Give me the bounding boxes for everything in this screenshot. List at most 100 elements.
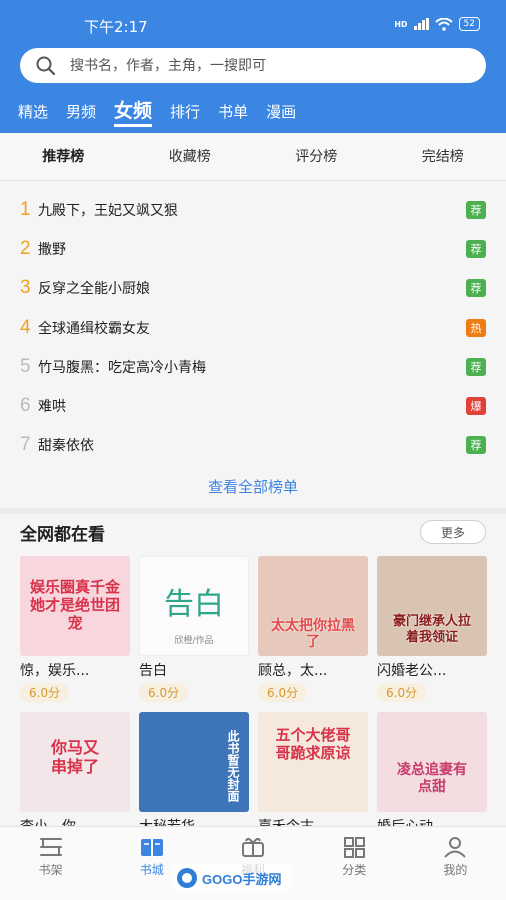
profile-icon xyxy=(444,837,467,858)
rank-book-title: 难哄 xyxy=(38,399,66,416)
book-cover: 此书暂无封面 xyxy=(139,712,249,812)
rank-book-title: 九殿下，王妃又飒又狠 xyxy=(38,202,178,219)
watermark-text: GOGO手游网 xyxy=(202,871,282,887)
ranking-item[interactable]: 5 竹马腹黑：吃定高冷小青梅 荐 xyxy=(0,347,506,386)
book-title: 惊，娱乐... xyxy=(20,663,90,679)
rank-badge: 热 xyxy=(466,318,486,337)
rank-badge: 荐 xyxy=(466,357,486,376)
rank-number: 1 xyxy=(20,198,31,220)
cover-title: 五个大佬哥哥跪求原谅 xyxy=(275,726,351,762)
nav-bookshelf[interactable]: 书架 xyxy=(0,827,101,900)
tab-collect-rank[interactable]: 收藏榜 xyxy=(127,133,254,181)
rank-book-title: 竹马腹黑：吃定高冷小青梅 xyxy=(38,359,206,376)
tab-manhua[interactable]: 漫画 xyxy=(266,101,296,122)
tab-nvpin[interactable]: 女频 xyxy=(114,96,153,127)
book-card[interactable]: 豪门继承人拉着我领证 闪婚老公... 6.0分 xyxy=(377,556,487,702)
cover-title: 告白 xyxy=(164,587,224,622)
app-header: 下午2:17 HD 52 精选 男频 女频 排行 书单 漫画 xyxy=(0,0,506,133)
rank-badge: 爆 xyxy=(466,397,486,416)
bookshelf-icon xyxy=(39,838,62,856)
book-cover: 你马又串掉了 xyxy=(20,712,130,812)
section-divider xyxy=(0,508,506,514)
book-cover: 娱乐圈真千金她才是绝世团宠 xyxy=(20,556,130,656)
tab-score-rank[interactable]: 评分榜 xyxy=(253,133,380,181)
cover-title: 你马又串掉了 xyxy=(50,738,99,776)
more-button[interactable]: 更多 xyxy=(420,520,486,544)
wifi-icon xyxy=(434,17,453,31)
rank-tabs: 推荐榜 收藏榜 评分榜 完结榜 xyxy=(0,133,506,181)
rank-number: 7 xyxy=(20,434,31,456)
tab-recommend-rank[interactable]: 推荐榜 xyxy=(0,133,127,181)
tabs-divider xyxy=(0,180,506,181)
tab-paihang[interactable]: 排行 xyxy=(170,101,200,122)
rank-number: 3 xyxy=(20,277,31,299)
cover-title: 娱乐圈真千金她才是绝世团宠 xyxy=(29,578,120,632)
book-title: 告白 xyxy=(139,663,167,679)
book-title: 闪婚老公... xyxy=(377,663,447,679)
network-label: HD xyxy=(394,19,408,29)
battery-icon: 52 xyxy=(458,17,480,31)
book-card[interactable]: 凌总追妻有点甜 婚后心动... xyxy=(377,712,487,836)
book-card[interactable]: 娱乐圈真千金她才是绝世团宠 惊，娱乐... 6.0分 xyxy=(20,556,130,702)
search-icon xyxy=(36,56,56,75)
book-cover: 豪门继承人拉着我领证 xyxy=(377,556,487,656)
ranking-item[interactable]: 2 撒野 荐 xyxy=(0,229,506,268)
view-all-rankings-link[interactable]: 查看全部榜单 xyxy=(0,476,506,497)
rank-number: 2 xyxy=(20,237,31,259)
search-bar[interactable] xyxy=(20,48,486,83)
book-score: 6.0分 xyxy=(377,683,427,702)
rank-badge: 荐 xyxy=(466,200,486,219)
gamepad-icon xyxy=(177,868,197,888)
ranking-item[interactable]: 6 难哄 爆 xyxy=(0,386,506,425)
ranking-item[interactable]: 4 全球通缉校霸女友 热 xyxy=(0,308,506,347)
ranking-item[interactable]: 7 甜秦依依 荐 xyxy=(0,426,506,465)
cover-title: 豪门继承人拉着我领证 xyxy=(392,614,471,645)
nav-label: 书城 xyxy=(139,863,164,877)
rank-book-title: 全球通缉校霸女友 xyxy=(38,320,150,337)
rank-number: 4 xyxy=(20,316,31,338)
tab-jingxuan[interactable]: 精选 xyxy=(18,101,48,122)
book-card[interactable]: 此书暂无封面 大秘若华... xyxy=(139,712,249,836)
book-cover: 五个大佬哥哥跪求原谅 xyxy=(258,712,368,812)
category-icon xyxy=(344,837,366,858)
book-cover: 告白 欣橙/作品 xyxy=(139,556,249,656)
cover-title: 此书暂无封面 xyxy=(226,730,240,802)
bookstore-icon xyxy=(140,839,163,856)
book-card[interactable]: 你马又串掉了 李小，你... xyxy=(20,712,130,836)
status-icons: HD 52 xyxy=(394,17,480,31)
rank-badge: 荐 xyxy=(466,436,486,455)
ranking-list: 1 九殿下，王妃又飒又狠 荐 2 撒野 荐 3 反穿之全能小厨娘 荐 4 全球通… xyxy=(0,190,506,465)
ranking-item[interactable]: 1 九殿下，王妃又飒又狠 荐 xyxy=(0,190,506,229)
book-title: 顾总，太... xyxy=(258,663,328,679)
tab-nanpin[interactable]: 男频 xyxy=(66,101,96,122)
nav-category[interactable]: 分类 xyxy=(304,827,405,900)
rank-number: 5 xyxy=(20,355,31,377)
ranking-item[interactable]: 3 反穿之全能小厨娘 荐 xyxy=(0,269,506,308)
search-input[interactable] xyxy=(70,57,450,74)
rank-number: 6 xyxy=(20,395,31,417)
cover-title: 凌总追妻有点甜 xyxy=(397,762,467,795)
rank-badge: 荐 xyxy=(466,239,486,258)
gift-icon xyxy=(242,837,264,857)
status-bar: 下午2:17 HD 52 xyxy=(0,0,506,44)
rank-book-title: 撒野 xyxy=(38,241,66,258)
book-cover: 太太把你拉黑了 xyxy=(258,556,368,656)
rank-book-title: 甜秦依依 xyxy=(38,438,94,455)
status-time: 下午2:17 xyxy=(84,18,148,36)
tab-finished-rank[interactable]: 完结榜 xyxy=(380,133,506,181)
book-score: 6.0分 xyxy=(139,683,189,702)
nav-label: 我的 xyxy=(443,863,468,877)
signal-icon xyxy=(413,18,429,30)
rank-badge: 荐 xyxy=(466,279,486,298)
tab-shudan[interactable]: 书单 xyxy=(218,101,248,122)
nav-label: 书架 xyxy=(38,863,63,877)
book-card[interactable]: 五个大佬哥哥跪求原谅 嘉禾今古... xyxy=(258,712,368,836)
nav-profile[interactable]: 我的 xyxy=(405,827,506,900)
book-cover: 凌总追妻有点甜 xyxy=(377,712,487,812)
book-card[interactable]: 告白 欣橙/作品 告白 6.0分 xyxy=(139,556,249,702)
book-card[interactable]: 太太把你拉黑了 顾总，太... 6.0分 xyxy=(258,556,368,702)
category-tabs: 精选 男频 女频 排行 书单 漫画 xyxy=(18,96,314,127)
nav-label: 分类 xyxy=(342,863,367,877)
cover-title: 太太把你拉黑了 xyxy=(271,618,355,650)
rank-book-title: 反穿之全能小厨娘 xyxy=(38,281,150,298)
